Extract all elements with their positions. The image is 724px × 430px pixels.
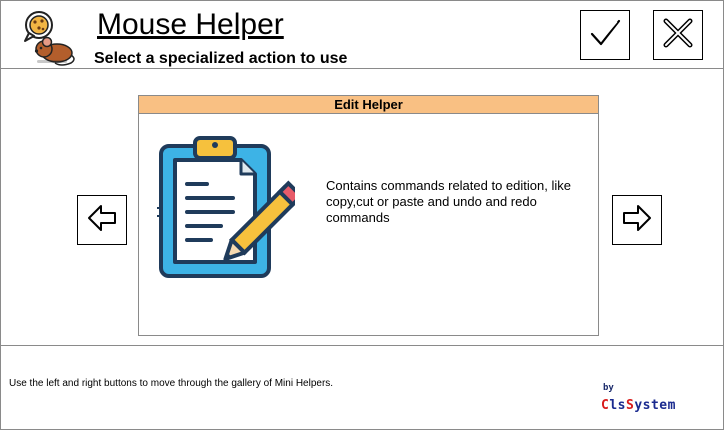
brand-part: ystem (634, 398, 676, 413)
helper-card: Edit Helper Contains commands related to… (138, 95, 599, 336)
card-description: Contains commands related to edition, li… (326, 178, 571, 225)
app-title: Mouse Helper (97, 8, 284, 41)
ok-button[interactable] (580, 10, 630, 60)
previous-button[interactable] (77, 195, 127, 245)
brand-by-label: by (603, 383, 614, 393)
mouse-with-cookie-icon (15, 7, 77, 67)
brand-logo: by ClsSystem (601, 382, 676, 414)
app-subtitle: Select a specialized action to use (94, 50, 348, 67)
footer: Use the left and right buttons to move t… (1, 345, 723, 429)
arrow-left-icon (85, 203, 119, 238)
card-title: Edit Helper (139, 96, 598, 114)
hint-text: Use the left and right buttons to move t… (9, 378, 334, 389)
brand-name: ClsSystem (601, 398, 676, 413)
arrow-right-icon (620, 203, 654, 238)
main-window: Mouse Helper Select a specialized action… (0, 0, 724, 430)
brand-part: ls (609, 398, 626, 413)
header: Mouse Helper Select a specialized action… (1, 1, 723, 69)
x-icon (661, 16, 695, 55)
gallery-area: Edit Helper Contains commands related to… (1, 69, 723, 345)
checkmark-icon (588, 16, 622, 55)
next-button[interactable] (612, 195, 662, 245)
clipboard-pencil-icon (155, 132, 304, 282)
close-button[interactable] (653, 10, 703, 60)
